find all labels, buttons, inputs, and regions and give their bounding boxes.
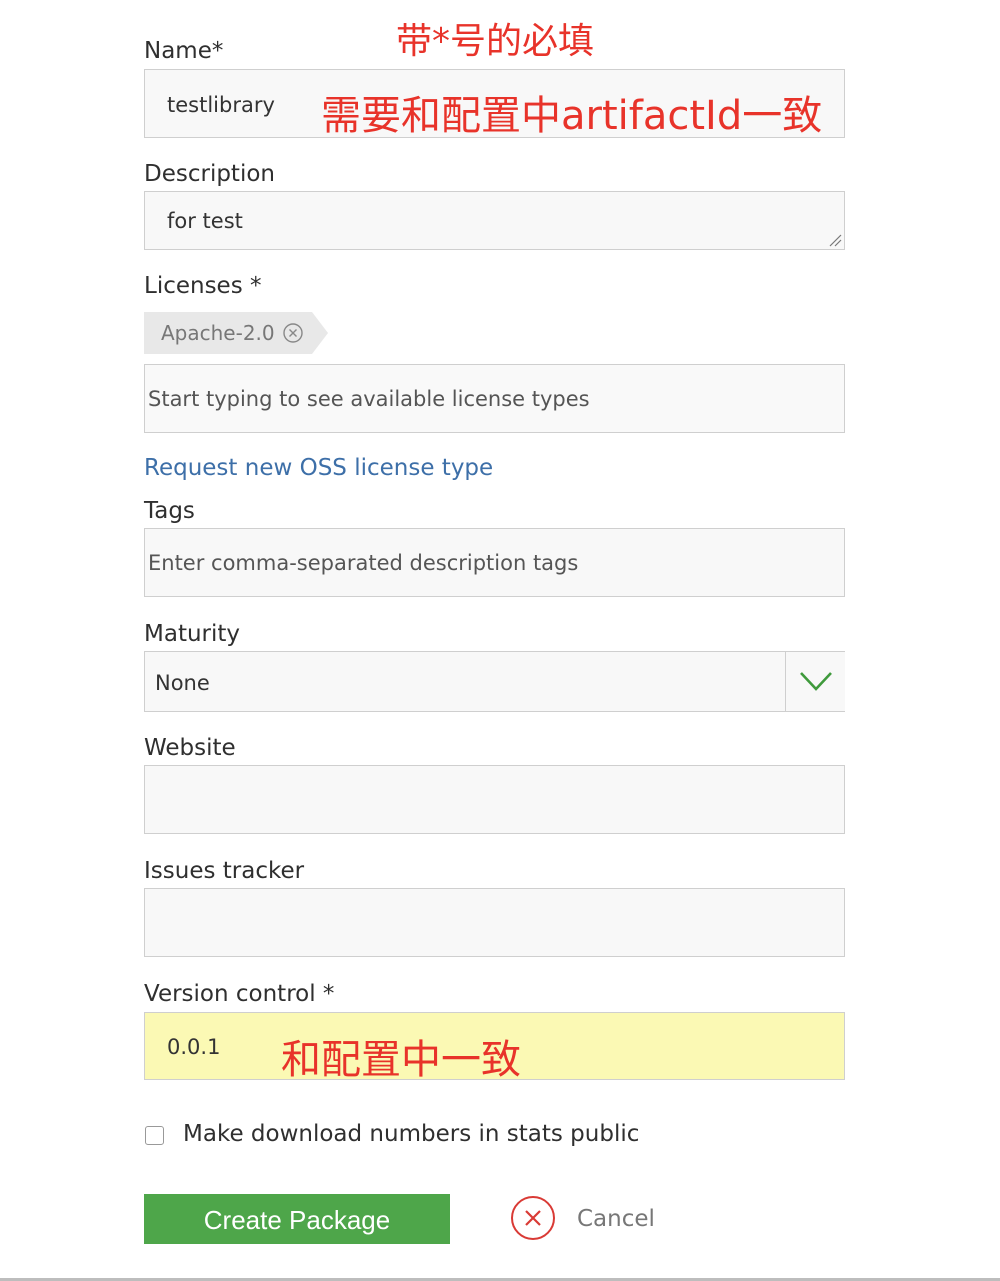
description-textarea[interactable]: for test xyxy=(144,191,845,250)
resize-handle-icon[interactable] xyxy=(828,233,842,247)
tags-label: Tags xyxy=(144,498,195,524)
license-search-input[interactable]: Start typing to see available license ty… xyxy=(144,364,845,433)
website-label: Website xyxy=(144,735,236,761)
version-control-input-value: 0.0.1 xyxy=(167,1035,221,1059)
description-textarea-value: for test xyxy=(167,209,243,233)
required-fields-annotation: 带*号的必填 xyxy=(396,21,595,62)
issues-tracker-label: Issues tracker xyxy=(144,858,305,884)
maturity-label: Maturity xyxy=(144,621,241,647)
version-annotation: 和配置中一致 xyxy=(281,1037,521,1083)
cancel-icon-button[interactable] xyxy=(511,1196,555,1240)
name-label: Name* xyxy=(144,38,224,64)
tags-placeholder: Enter comma-separated description tags xyxy=(148,551,579,575)
description-label: Description xyxy=(144,161,275,187)
close-circle-icon xyxy=(525,1210,541,1226)
maturity-select[interactable]: None xyxy=(144,651,845,712)
stats-public-label[interactable]: Make download numbers in stats public xyxy=(183,1120,639,1148)
license-tag: Apache-2.0 xyxy=(144,312,312,354)
cancel-button[interactable]: Cancel xyxy=(577,1205,655,1233)
license-tag-label: Apache-2.0 xyxy=(161,321,275,345)
tags-input[interactable]: Enter comma-separated description tags xyxy=(144,528,845,597)
request-license-link[interactable]: Request new OSS license type xyxy=(144,454,493,482)
license-search-placeholder: Start typing to see available license ty… xyxy=(148,387,590,411)
name-annotation: 需要和配置中artifactId一致 xyxy=(321,93,823,139)
stats-public-checkbox[interactable] xyxy=(145,1126,164,1145)
create-package-button[interactable]: Create Package xyxy=(144,1194,450,1244)
licenses-label: Licenses * xyxy=(144,273,262,299)
name-input-value: testlibrary xyxy=(167,93,275,117)
chevron-down-icon xyxy=(800,672,832,691)
close-circle-icon[interactable] xyxy=(282,322,304,344)
website-input[interactable] xyxy=(144,765,845,834)
license-tag-arrow xyxy=(312,312,328,354)
version-control-label: Version control * xyxy=(144,981,335,1007)
maturity-selected-value: None xyxy=(155,671,210,695)
maturity-dropdown-button[interactable] xyxy=(785,652,845,711)
issues-tracker-input[interactable] xyxy=(144,888,845,957)
